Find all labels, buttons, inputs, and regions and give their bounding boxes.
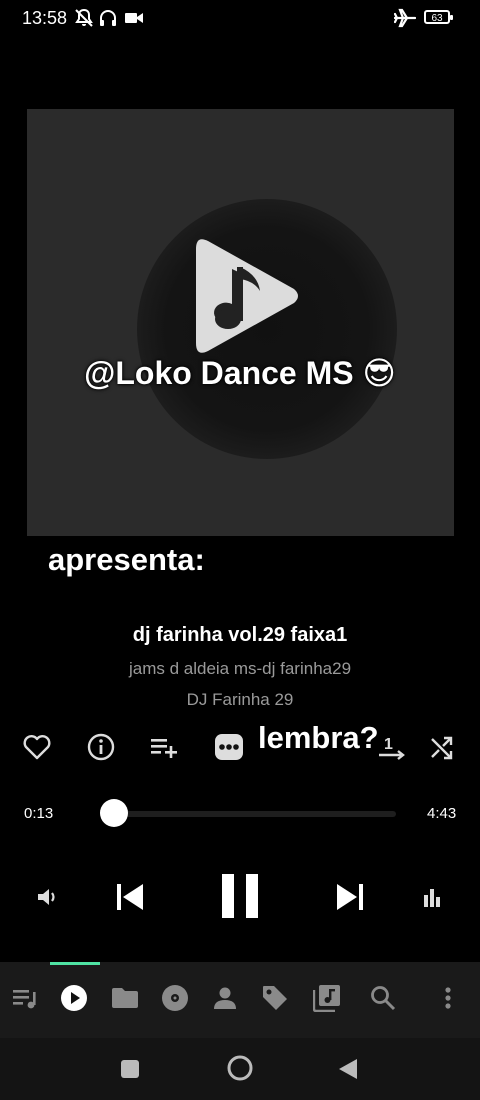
playlist-icon — [312, 984, 341, 1017]
battery-icon: 63 — [424, 10, 453, 24]
video-camera-icon — [124, 8, 144, 28]
folder-icon — [111, 986, 139, 1015]
queue-icon — [12, 987, 38, 1014]
play-pause-button[interactable] — [214, 870, 266, 926]
equalizer-button[interactable] — [417, 884, 447, 914]
info-icon — [87, 733, 115, 766]
more-options-button[interactable] — [213, 733, 245, 765]
home-button[interactable] — [227, 1055, 253, 1086]
nav-genres[interactable] — [260, 985, 290, 1015]
nav-albums[interactable] — [160, 984, 190, 1017]
headphones-icon — [98, 8, 118, 28]
shuffle-button[interactable] — [426, 733, 458, 765]
add-to-playlist-icon — [149, 735, 179, 764]
seek-bar[interactable] — [100, 811, 396, 817]
info-button[interactable] — [85, 733, 117, 765]
seek-thumb[interactable] — [99, 799, 128, 827]
repeat-one-icon: 1 — [377, 733, 407, 766]
shuffle-icon — [428, 733, 456, 766]
nav-search[interactable] — [368, 985, 398, 1015]
search-icon — [370, 985, 396, 1016]
back-button[interactable] — [338, 1058, 358, 1085]
play-music-note-icon — [194, 235, 302, 362]
nav-playlists[interactable] — [312, 984, 342, 1017]
favorite-heart-icon — [23, 734, 51, 765]
equalizer-icon — [422, 887, 442, 912]
album-disc-icon — [161, 984, 189, 1017]
muted-bell-icon — [74, 8, 94, 28]
track-title: dj farinha vol.29 faixa1 — [132, 624, 348, 646]
track-album[interactable]: jams d aldeia ms-dj farinha29 — [0, 659, 480, 679]
volume-icon — [36, 886, 60, 913]
active-tab-indicator — [50, 962, 100, 965]
current-time: 0:13 — [24, 805, 54, 822]
repeat-one-button[interactable]: 1 — [376, 733, 408, 765]
track-artist[interactable]: DJ Farinha 29 — [0, 690, 480, 710]
next-button[interactable] — [330, 876, 370, 922]
previous-track-icon — [115, 882, 145, 917]
nav-now-playing[interactable] — [59, 984, 89, 1017]
overflow-menu-icon — [444, 986, 452, 1015]
previous-button[interactable] — [110, 876, 150, 922]
home-circle-icon — [227, 1055, 253, 1085]
overlay-brand-text: @Loko Dance MS 😎 — [84, 355, 396, 391]
tag-icon — [261, 984, 289, 1017]
artist-icon — [213, 986, 237, 1015]
recents-button[interactable] — [120, 1059, 140, 1084]
nav-artists[interactable] — [210, 985, 240, 1015]
overlay-apresenta-text: apresenta: — [48, 542, 205, 577]
favorite-button[interactable] — [21, 733, 53, 765]
square-icon — [120, 1060, 140, 1083]
back-triangle-icon — [338, 1059, 358, 1084]
svg-text:1: 1 — [384, 736, 393, 753]
next-track-icon — [335, 882, 365, 917]
add-to-playlist-button[interactable] — [148, 733, 180, 765]
nav-overflow-menu[interactable] — [433, 985, 463, 1015]
now-playing-icon — [60, 984, 88, 1017]
nav-folders[interactable] — [110, 985, 140, 1015]
status-time: 13:58 — [22, 8, 68, 28]
airplane-icon — [393, 8, 417, 28]
album-artwork — [27, 109, 454, 536]
volume-button[interactable] — [33, 884, 63, 914]
total-time: 4:43 — [427, 805, 457, 822]
nav-queue[interactable] — [10, 985, 40, 1015]
overlay-lembra-text: lembra? — [258, 720, 379, 755]
pause-icon — [220, 873, 260, 924]
more-options-icon — [214, 733, 244, 766]
